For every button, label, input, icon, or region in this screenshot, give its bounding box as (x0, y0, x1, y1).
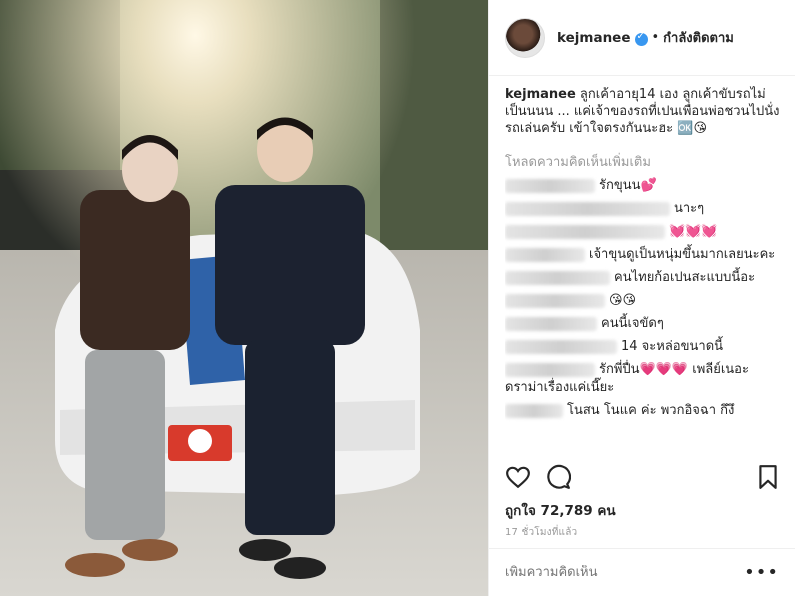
action-bar (505, 463, 781, 491)
likes-count[interactable]: ถูกใจ 72,789 คน (505, 499, 616, 521)
following-button[interactable]: กำลังติดตาม (663, 27, 734, 48)
post-photo[interactable] (0, 0, 488, 596)
comment-row: เจ้าขุนดูเป็นหนุ่มขึ้นมากเลยนะคะ (505, 246, 785, 264)
comment-text: รักขุนน💕 (599, 178, 657, 193)
verified-badge-icon (634, 31, 648, 46)
blurred-username (505, 316, 597, 331)
comment-row: 14 จะหล่อขนาดนี้ (505, 338, 785, 356)
bookmark-icon[interactable] (755, 464, 781, 490)
blurred-username (505, 362, 595, 377)
add-comment-input[interactable] (505, 565, 745, 580)
load-more-comments[interactable]: โหลดความคิดเห็นเพิ่มเติม (505, 151, 785, 172)
comment-text: 😘😘 (609, 293, 637, 308)
comment-row: โนสน โนแค ค่ะ พวกอิจฉา กึงึ (505, 402, 785, 420)
caption: kejmanee ลูกเค้าอายุ14 เอง ลูกเค้าขับรถไ… (505, 86, 785, 137)
blurred-username (505, 247, 585, 262)
comment-text: คนนี้เจขัดๆ (601, 316, 664, 331)
post-header: kejmanee • กำลังติดตาม (489, 0, 795, 76)
add-comment-bar: ••• (489, 548, 795, 596)
blurred-username (505, 339, 617, 354)
comments-list: kejmanee ลูกเค้าอายุ14 เอง ลูกเค้าขับรถไ… (505, 86, 785, 458)
comment-row: คนไทยก้อเปนสะแบบนี้อะ (505, 269, 785, 287)
caption-username[interactable]: kejmanee (505, 87, 576, 102)
comment-row: รักพี่ปื่น💗💗💗 เพลีย์เนอะดราม่าเรื่องแค่เ… (505, 361, 785, 397)
blurred-username (505, 201, 670, 216)
separator-dot: • (651, 30, 660, 45)
comment-icon[interactable] (545, 464, 571, 490)
comment-row: 💓💓💓 (505, 223, 785, 241)
comment-text: นาะๆ (674, 201, 705, 216)
avatar[interactable] (505, 17, 545, 58)
blurred-username (505, 403, 563, 418)
post-side-panel: kejmanee • กำลังติดตาม kejmanee ลูกเค้าอ… (488, 0, 795, 596)
blurred-username (505, 178, 595, 193)
comment-row: 😘😘 (505, 292, 785, 310)
comment-text: เจ้าขุนดูเป็นหนุ่มขึ้นมากเลยนะคะ (589, 247, 776, 262)
instagram-post-view: kejmanee • กำลังติดตาม kejmanee ลูกเค้าอ… (0, 0, 795, 596)
blurred-username (505, 224, 665, 239)
comment-row: รักขุนน💕 (505, 177, 785, 195)
comment-text: โนสน โนแค ค่ะ พวกอิจฉา กึงึ (567, 403, 735, 418)
photo-illustration (0, 0, 488, 596)
more-options-icon[interactable]: ••• (744, 562, 779, 583)
blurred-username (505, 293, 605, 308)
comment-text: 💓💓💓 (669, 224, 718, 239)
username-link[interactable]: kejmanee (557, 30, 631, 46)
comment-row: นาะๆ (505, 200, 785, 218)
heart-icon[interactable] (505, 464, 531, 490)
post-timestamp[interactable]: 17 ชั่วโมงที่แล้ว (505, 525, 577, 540)
comment-row: คนนี้เจขัดๆ (505, 315, 785, 333)
blurred-username (505, 270, 610, 285)
comment-text: 14 จะหล่อขนาดนี้ (621, 339, 724, 354)
comment-text: คนไทยก้อเปนสะแบบนี้อะ (614, 270, 756, 285)
